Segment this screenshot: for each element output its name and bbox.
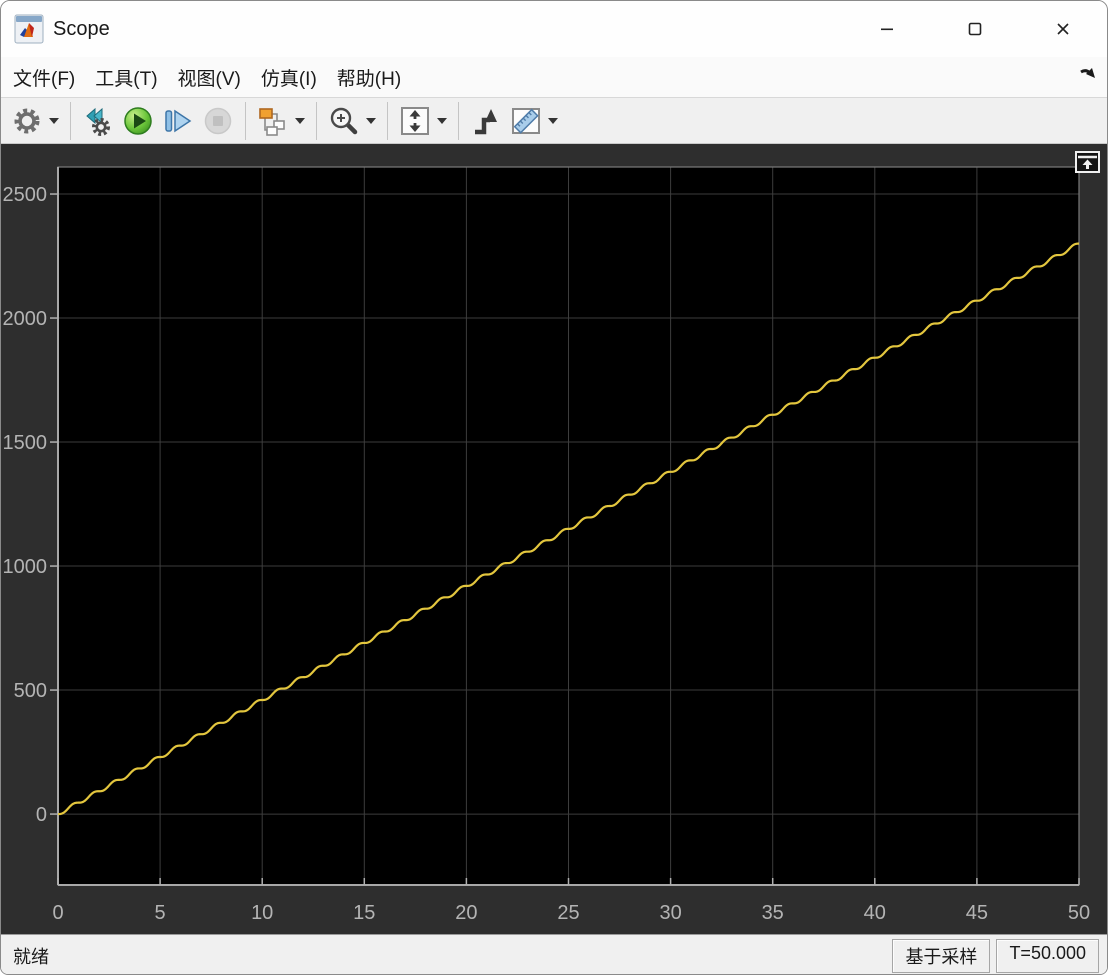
window-controls (843, 1, 1107, 57)
y-tick-label: 2000 (3, 308, 48, 330)
title-bar: Scope (1, 1, 1107, 57)
chevron-down-icon (548, 118, 558, 124)
menu-item-2[interactable]: 视图(V) (168, 58, 251, 97)
toolbar-separator (458, 102, 459, 140)
x-tick-label: 10 (251, 902, 273, 924)
toolbar-separator (245, 102, 246, 140)
status-bar: 就绪 基于采样 T=50.000 (1, 934, 1107, 975)
toolbar-separator (387, 102, 388, 140)
step-forward-icon (162, 105, 194, 137)
plot-area: 0510152025303540455005001000150020002500 (1, 144, 1107, 934)
x-tick-label: 40 (864, 902, 886, 924)
x-tick-label: 25 (557, 902, 579, 924)
toolbar-separator (316, 102, 317, 140)
blocks-icon (257, 105, 289, 137)
zoom-button[interactable] (325, 102, 363, 140)
y-tick-label: 1500 (3, 432, 48, 454)
plot-canvas[interactable]: 0510152025303540455005001000150020002500 (1, 144, 1108, 934)
scope-window: Scope 文件(F)工具(T)视图(V)仿真(I)帮助(H) (0, 0, 1108, 975)
stop-icon (202, 105, 234, 137)
x-tick-label: 15 (353, 902, 375, 924)
y-tick-label: 500 (14, 680, 47, 702)
toolbar-separator (70, 102, 71, 140)
run-button[interactable] (119, 102, 157, 140)
chevron-down-icon (366, 118, 376, 124)
y-tick-label: 2500 (3, 184, 48, 206)
menu-items: 文件(F)工具(T)视图(V)仿真(I)帮助(H) (3, 58, 411, 97)
fit-dropdown-caret[interactable] (435, 102, 449, 140)
highlight-simulink-block-button[interactable] (79, 102, 117, 140)
trigger-step-icon (470, 105, 502, 137)
chevron-down-icon (295, 118, 305, 124)
maximize-button[interactable] (931, 1, 1019, 57)
measurements-dropdown-caret[interactable] (546, 102, 560, 140)
play-icon (122, 105, 154, 137)
x-tick-label: 45 (966, 902, 988, 924)
menu-item-1[interactable]: 工具(T) (85, 58, 167, 97)
zoom-dropdown-caret[interactable] (364, 102, 378, 140)
x-tick-label: 0 (52, 902, 63, 924)
trigger-button[interactable] (467, 102, 505, 140)
menu-item-3[interactable]: 仿真(I) (251, 58, 327, 97)
toolbar (1, 98, 1107, 144)
settings-dropdown-caret[interactable] (47, 102, 61, 140)
dock-button[interactable] (1075, 151, 1100, 173)
status-time-badge: T=50.000 (996, 939, 1099, 973)
x-tick-label: 30 (659, 902, 681, 924)
step-forward-button[interactable] (159, 102, 197, 140)
fit-vertical-icon (399, 105, 431, 137)
x-tick-label: 5 (155, 902, 166, 924)
gear-arrows-icon (82, 105, 114, 137)
status-panels: 基于采样 T=50.000 (892, 939, 1099, 973)
magnifier-plus-icon (328, 105, 360, 137)
y-tick-label: 0 (36, 804, 47, 826)
measurements-button[interactable] (507, 102, 545, 140)
chevron-down-icon (437, 118, 447, 124)
ruler-icon (510, 105, 542, 137)
menu-bar: 文件(F)工具(T)视图(V)仿真(I)帮助(H) (1, 57, 1107, 98)
y-tick-label: 1000 (3, 556, 48, 578)
close-icon (1055, 21, 1071, 37)
close-button[interactable] (1019, 1, 1107, 57)
blocks-dropdown-caret[interactable] (293, 102, 307, 140)
gear-icon (11, 105, 43, 137)
stop-button[interactable] (199, 102, 237, 140)
x-tick-label: 20 (455, 902, 477, 924)
minimize-button[interactable] (843, 1, 931, 57)
fit-to-view-button[interactable] (396, 102, 434, 140)
chevron-down-icon (49, 118, 59, 124)
status-ready-text: 就绪 (9, 943, 49, 969)
menu-overflow-arrow-icon[interactable] (1077, 65, 1099, 87)
status-mode-badge: 基于采样 (892, 939, 990, 973)
matlab-app-icon (14, 14, 44, 44)
x-tick-label: 50 (1068, 902, 1090, 924)
minimize-icon (879, 21, 895, 37)
simulink-blocks-button[interactable] (254, 102, 292, 140)
maximize-icon (967, 21, 983, 37)
window-title: Scope (53, 18, 110, 41)
x-tick-label: 35 (762, 902, 784, 924)
settings-gear-button[interactable] (8, 102, 46, 140)
menu-item-0[interactable]: 文件(F) (3, 58, 85, 97)
menu-item-4[interactable]: 帮助(H) (327, 58, 411, 97)
